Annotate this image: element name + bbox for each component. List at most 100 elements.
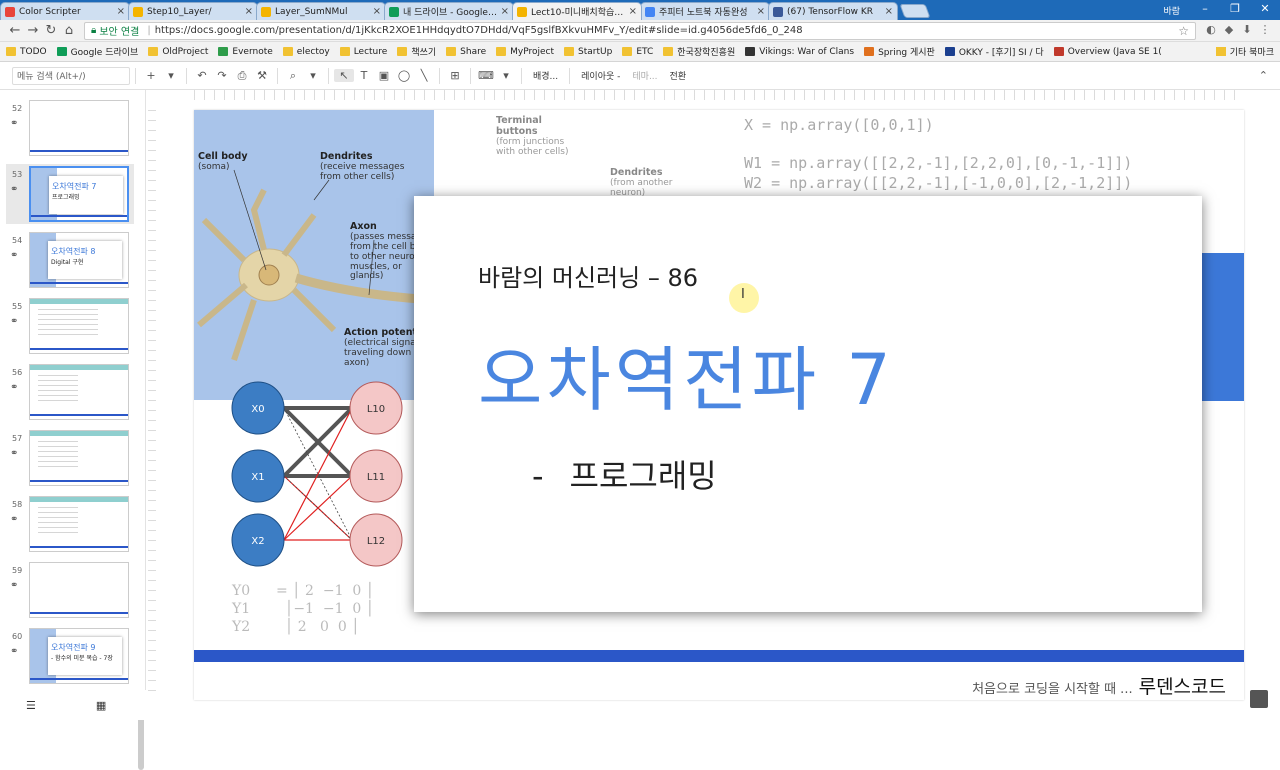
close-tab-icon[interactable]: ×: [629, 6, 637, 17]
dropdown-icon[interactable]: ▾: [303, 69, 323, 82]
back-icon[interactable]: ←: [6, 23, 24, 38]
cell-body-label: Cell body (soma): [198, 151, 248, 172]
paint-format-icon[interactable]: ⚒: [252, 69, 272, 82]
url-input[interactable]: 🔒︎ 보안 연결 | https://docs.google.com/prese…: [84, 21, 1196, 40]
close-tab-icon[interactable]: ×: [245, 6, 253, 17]
list-view-icon[interactable]: ☰: [26, 699, 36, 712]
slide-number: 58: [12, 500, 23, 509]
extension-icon[interactable]: ◆: [1220, 23, 1238, 39]
slide-thumbnail[interactable]: 59 ⚭: [6, 560, 134, 620]
bookmark-item[interactable]: Google 드라이브: [56, 45, 138, 58]
slide-thumbnail[interactable]: 53 ⚭ 오차역전파 7 프로그래밍: [6, 164, 134, 224]
new-slide-icon[interactable]: +: [141, 69, 161, 82]
bookmark-item[interactable]: electoy: [282, 47, 330, 57]
favicon-icon: [773, 6, 783, 17]
line-icon[interactable]: ╲: [414, 69, 434, 82]
slide-thumbnail[interactable]: 52 ⚭: [6, 98, 134, 158]
tab-title: 내 드라이브 - Google 드: [403, 8, 498, 18]
bookmark-item[interactable]: OldProject: [148, 47, 208, 57]
text-box-icon[interactable]: T: [354, 69, 374, 82]
collapse-toolbar-icon[interactable]: ⌃: [1259, 69, 1268, 82]
slide-thumbnail[interactable]: 55 ⚭: [6, 296, 134, 356]
bookmark-item[interactable]: ETC: [622, 47, 653, 57]
profile-name[interactable]: 바람: [1163, 4, 1180, 17]
bookmark-item[interactable]: MyProject: [496, 47, 554, 57]
theme-button[interactable]: 테마...: [632, 69, 657, 82]
browser-tab[interactable]: Step10_Layer/ ×: [128, 2, 258, 20]
vertical-ruler: [148, 110, 156, 700]
bookmark-item[interactable]: Overview (Java SE 1(: [1053, 47, 1162, 57]
menu-search-input[interactable]: 메뉴 검색 (Alt+/): [12, 66, 130, 85]
forward-icon[interactable]: →: [24, 23, 42, 38]
browser-tab[interactable]: Color Scripter ×: [0, 2, 130, 20]
browser-tab[interactable]: 주피터 노트북 자동완성 ×: [640, 2, 770, 20]
bookmark-icon: [446, 47, 457, 56]
close-tab-icon[interactable]: ×: [501, 6, 509, 17]
thumb-frame: [29, 364, 129, 420]
reload-icon[interactable]: ↻: [42, 23, 60, 38]
close-tab-icon[interactable]: ×: [117, 6, 125, 17]
slide-thumbnail[interactable]: 57 ⚭: [6, 428, 134, 488]
bookmark-item[interactable]: TODO: [6, 47, 47, 57]
bookmark-item[interactable]: 한국장학진흥원: [663, 45, 735, 58]
background-button[interactable]: 배경...: [533, 69, 558, 82]
other-bookmarks[interactable]: 기타 북마크: [1215, 45, 1274, 58]
bookmark-item[interactable]: Evernote: [218, 47, 273, 57]
chat-icon[interactable]: [1250, 690, 1268, 708]
slide-thumbnail[interactable]: 56 ⚭: [6, 362, 134, 422]
title-card[interactable]: 바람의 머신러닝 – 86 오차역전파 7 - 프로그래밍: [414, 196, 1202, 612]
close-window-icon[interactable]: ✕: [1250, 0, 1280, 20]
bookmark-item[interactable]: StartUp: [564, 47, 612, 57]
bookmark-item[interactable]: OKKY - [후기] SI / 다: [944, 45, 1044, 58]
slide-thumbnail[interactable]: 58 ⚭: [6, 494, 134, 554]
download-icon[interactable]: ⬇: [1238, 23, 1256, 39]
dropdown-icon[interactable]: ▾: [496, 69, 516, 82]
thumb-card: 오차역전파 7 프로그래밍: [49, 176, 123, 214]
keyboard-icon[interactable]: ⌨: [476, 69, 496, 82]
image-icon[interactable]: ▣: [374, 69, 394, 82]
maximize-icon[interactable]: ❐: [1220, 0, 1250, 20]
other-bookmarks-label: 기타 북마크: [1229, 48, 1274, 58]
url-separator: |: [147, 25, 151, 36]
close-tab-icon[interactable]: ×: [373, 6, 381, 17]
print-icon[interactable]: ⎙: [232, 69, 252, 83]
bookmark-item[interactable]: 책쓰기: [397, 45, 436, 58]
extension-icon[interactable]: ◐: [1202, 23, 1220, 39]
browser-tab[interactable]: Layer_SumNMul ×: [256, 2, 386, 20]
bookmark-icon: [148, 47, 159, 56]
bookmark-item[interactable]: Share: [446, 47, 486, 57]
matrix-body: = │ 2 −1 0 │ │−1 −1 0 │ │ 2 0 0 │: [276, 583, 375, 635]
thumb-header: [30, 365, 128, 370]
bookmark-item[interactable]: Spring 게시판: [864, 45, 935, 58]
minimize-icon[interactable]: –: [1190, 0, 1220, 20]
close-tab-icon[interactable]: ×: [885, 6, 893, 17]
divider: [470, 67, 471, 84]
bookmark-item[interactable]: Lecture: [339, 47, 387, 57]
bookmark-label: StartUp: [578, 46, 613, 57]
slide-thumbnail[interactable]: 54 ⚭ 오차역전파 8 Digital 구현: [6, 230, 134, 290]
thumb-diagram: [38, 441, 78, 471]
zoom-icon[interactable]: ⌕: [283, 69, 303, 83]
divider: [521, 67, 522, 84]
dropdown-icon[interactable]: ▾: [161, 69, 181, 82]
comment-icon[interactable]: ⊞: [445, 69, 465, 82]
redo-icon[interactable]: ↷: [212, 69, 232, 82]
browser-tab[interactable]: 내 드라이브 - Google 드 ×: [384, 2, 514, 20]
menu-icon[interactable]: ⋮: [1256, 23, 1274, 39]
home-icon[interactable]: ⌂: [60, 23, 78, 38]
select-pointer-icon[interactable]: ↖: [334, 69, 354, 82]
browser-tab[interactable]: (67) TensorFlow KR ×: [768, 2, 898, 20]
undo-icon[interactable]: ↶: [192, 69, 212, 82]
browser-tab[interactable]: Lect10-미니배치학습구현 ×: [512, 2, 642, 20]
close-tab-icon[interactable]: ×: [757, 6, 765, 17]
bookmark-item[interactable]: Vikings: War of Clans: [745, 47, 854, 57]
bookmark-star-icon[interactable]: ☆: [1178, 24, 1189, 38]
new-tab-button[interactable]: [899, 4, 931, 18]
slide-thumbnail[interactable]: 60 ⚭ 오차역전파 9 - 함수의 미분 복습 - 7장: [6, 626, 134, 686]
shape-icon[interactable]: ◯: [394, 69, 414, 82]
grid-view-icon[interactable]: ▦: [96, 699, 106, 712]
transition-button[interactable]: 전환: [670, 69, 687, 82]
slide-bottom-bar: [194, 650, 1244, 662]
layout-button[interactable]: 레이아웃 -: [581, 69, 620, 82]
slide-number: 60: [12, 632, 23, 641]
